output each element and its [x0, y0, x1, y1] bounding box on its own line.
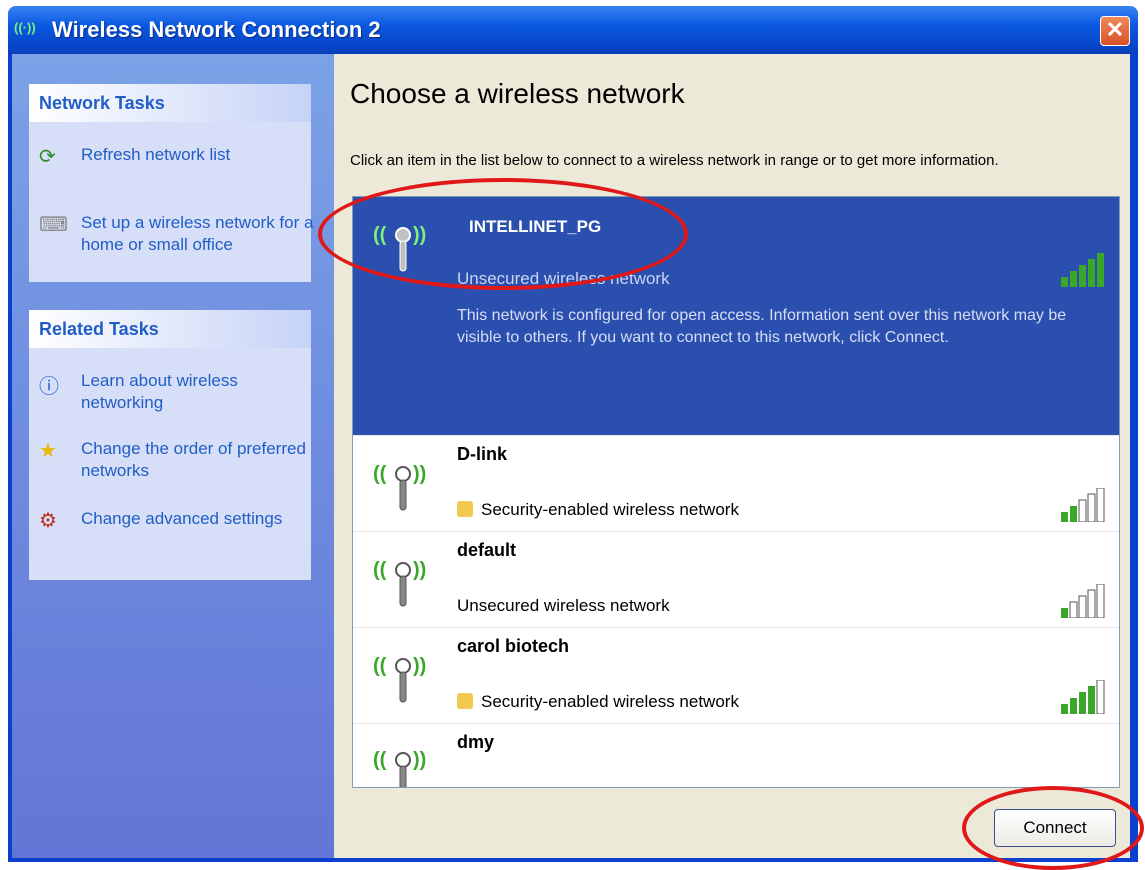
signal-strength-icon: [1061, 488, 1105, 522]
refresh-icon: ⟳: [39, 146, 56, 168]
network-info-text: This network is configured for open acce…: [457, 307, 1067, 346]
network-ssid: carol biotech: [457, 636, 570, 656]
signal-strength-icon: [1061, 680, 1105, 714]
svg-text:)): )): [413, 749, 426, 771]
svg-text:((: ((: [373, 463, 387, 485]
network-security-status: Security-enabled wireless network: [457, 692, 739, 712]
network-tasks-heading: Network Tasks: [29, 84, 311, 122]
network-item[interactable]: (( )) carol biotech Security-enabled wir…: [353, 627, 1119, 724]
network-ssid: dmy: [457, 732, 495, 752]
antenna-icon: (( )): [373, 559, 426, 607]
related-tasks-panel: Related Tasks ⓘ Learn about wireless net…: [29, 310, 311, 580]
svg-text:)): )): [413, 224, 426, 246]
related-tasks-heading: Related Tasks: [29, 310, 311, 348]
svg-text:((: ((: [373, 224, 387, 246]
task-label: Change the order of preferred networks: [81, 439, 306, 480]
antenna-icon: (( )): [373, 749, 426, 787]
instructions-text: Click an item in the list below to conne…: [350, 152, 999, 169]
antenna-icon: (( )): [373, 655, 426, 703]
sidebar: Network Tasks ⟳ Refresh network list ⌨ S…: [12, 54, 334, 858]
network-item[interactable]: (( )) D-link Security-enabled wireless n…: [353, 435, 1119, 532]
network-security-status: Unsecured wireless network: [457, 596, 670, 615]
network-item[interactable]: (( )) dmy: [353, 723, 1119, 787]
signal-strength-icon: [1061, 253, 1104, 287]
close-icon: ✕: [1105, 17, 1125, 42]
svg-text:)): )): [413, 559, 426, 581]
svg-text:((: ((: [373, 749, 387, 771]
connect-button[interactable]: Connect: [994, 809, 1116, 847]
network-security-status: Security-enabled wireless network: [457, 500, 739, 520]
window-title: Wireless Network Connection 2: [52, 17, 381, 42]
network-list[interactable]: (( )) INTELLINET_PG Unsecured wireless n…: [352, 196, 1120, 788]
antenna-icon: (( )): [373, 224, 426, 272]
main-content: Choose a wireless network Click an item …: [334, 54, 1130, 858]
task-label: Change advanced settings: [81, 509, 283, 528]
network-ssid: default: [457, 540, 517, 560]
svg-text:((: ((: [373, 559, 387, 581]
info-icon: ⓘ: [39, 376, 59, 398]
setup-wizard-icon: ⌨: [39, 214, 68, 236]
wireless-network-window: ((·)) Wireless Network Connection 2 ✕ Ne…: [8, 6, 1138, 862]
network-ssid: D-link: [457, 444, 508, 464]
svg-text:((: ((: [373, 655, 387, 677]
wireless-icon: ((·)): [14, 20, 36, 35]
svg-text:)): )): [413, 655, 426, 677]
task-label: Learn about wireless networking: [81, 371, 238, 412]
title-bar: ((·)) Wireless Network Connection 2 ✕: [8, 6, 1138, 54]
signal-strength-icon: [1061, 584, 1105, 618]
lock-icon: [457, 693, 473, 709]
antenna-icon: (( )): [373, 463, 426, 511]
page-title: Choose a wireless network: [350, 78, 685, 109]
network-item[interactable]: (( )) default Unsecured wireless network: [353, 531, 1119, 628]
network-ssid: INTELLINET_PG: [469, 217, 602, 236]
network-tasks-panel: Network Tasks ⟳ Refresh network list ⌨ S…: [29, 84, 313, 282]
task-label: Refresh network list: [81, 145, 231, 164]
close-button[interactable]: ✕: [1100, 16, 1130, 46]
network-item-selected[interactable]: (( )) INTELLINET_PG Unsecured wireless n…: [353, 197, 1119, 435]
settings-icon: ⚙: [39, 510, 57, 532]
lock-icon: [457, 501, 473, 517]
task-label: Set up a wireless network for a home or …: [81, 213, 314, 254]
star-icon: ★: [39, 440, 57, 462]
network-security-status: Unsecured wireless network: [457, 269, 670, 288]
svg-text:)): )): [413, 463, 426, 485]
